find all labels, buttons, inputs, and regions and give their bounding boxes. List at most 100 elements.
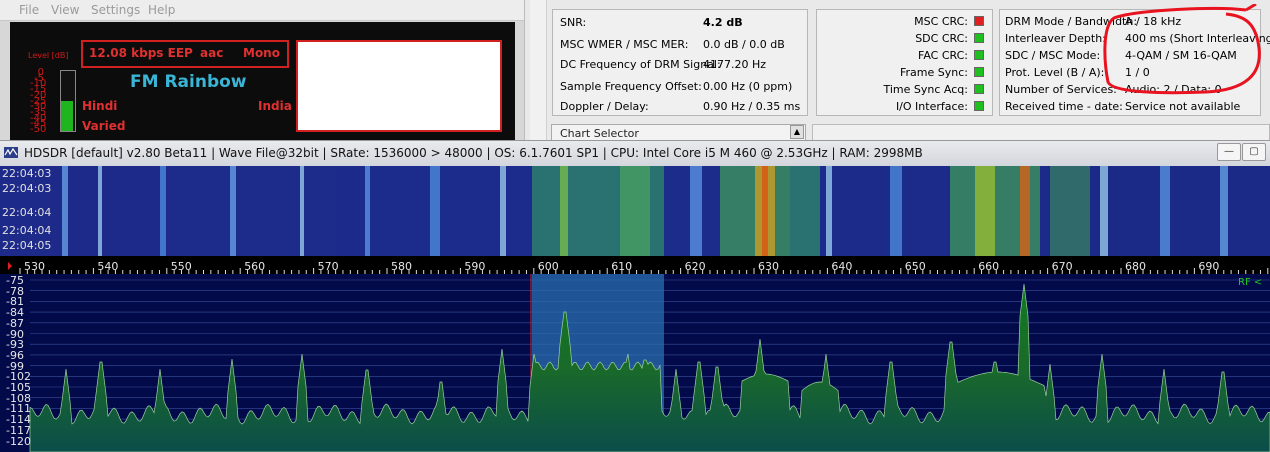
tune-marker-icon bbox=[8, 262, 12, 270]
frequency-label: 690 bbox=[1198, 260, 1220, 273]
station-name: FM Rainbow bbox=[130, 72, 247, 92]
drm-info-label: Received time - date: bbox=[1005, 100, 1123, 113]
frequency-label: 560 bbox=[244, 260, 266, 273]
service-country: India bbox=[258, 99, 292, 113]
maximize-icon[interactable]: ▢ bbox=[1242, 143, 1266, 161]
crc-label: MSC CRC: bbox=[914, 15, 968, 28]
waterfall-streak bbox=[500, 166, 506, 256]
waterfall-time: 22:04:04 bbox=[2, 224, 52, 237]
hdsdr-title: HDSDR [default] v2.80 Beta11 | Wave File… bbox=[24, 146, 923, 160]
crc-label: SDC CRC: bbox=[915, 32, 968, 45]
rf-indicator: RF < bbox=[1238, 277, 1263, 288]
menu-help[interactable]: Help bbox=[148, 3, 175, 17]
service-bitrate: 12.08 kbps EEP bbox=[89, 46, 193, 60]
frequency-label: 630 bbox=[758, 260, 779, 273]
frequency-label: 540 bbox=[97, 260, 119, 273]
waterfall-streak bbox=[1160, 166, 1170, 256]
waterfall-streak bbox=[300, 166, 304, 256]
frequency-label: 640 bbox=[831, 260, 853, 273]
frame-sync-led bbox=[974, 67, 984, 77]
service-codec: aac bbox=[200, 46, 224, 60]
waterfall-streak bbox=[62, 166, 68, 256]
waterfall-streak bbox=[620, 166, 650, 256]
stat-value: 0.0 dB / 0.0 dB bbox=[703, 38, 785, 51]
level-label: Level [dB] bbox=[28, 51, 69, 60]
waterfall-streak bbox=[560, 166, 568, 256]
stat-value: 4177.20 Hz bbox=[703, 58, 767, 71]
program-type: Varied bbox=[82, 119, 126, 133]
waterfall-streak bbox=[230, 166, 236, 256]
service-audio-mode: Mono bbox=[243, 46, 280, 60]
frequency-label: 570 bbox=[317, 260, 339, 273]
stat-value: 4.2 dB bbox=[703, 16, 743, 29]
frequency-label: 580 bbox=[391, 260, 412, 273]
waterfall-streak bbox=[762, 166, 768, 256]
waterfall-streak bbox=[98, 166, 102, 256]
crc-label: FAC CRC: bbox=[918, 49, 968, 62]
menu-bar: File View Settings Help bbox=[0, 0, 524, 21]
waterfall-streak bbox=[1100, 166, 1108, 256]
drm-info-label: SDC / MSC Mode: bbox=[1005, 49, 1101, 62]
waterfall-streak bbox=[160, 166, 166, 256]
stat-label: DC Frequency of DRM Signal: bbox=[560, 58, 721, 71]
frequency-label: 620 bbox=[684, 260, 706, 273]
waterfall-streak bbox=[826, 166, 832, 256]
vertical-scrollbar[interactable] bbox=[530, 0, 547, 140]
stat-label: MSC WMER / MSC MER: bbox=[560, 38, 689, 51]
sdc-crc-led bbox=[974, 33, 984, 43]
stat-value: 0.90 Hz / 0.35 ms bbox=[703, 100, 801, 113]
frequency-label: 650 bbox=[904, 260, 926, 273]
spectrum-display[interactable] bbox=[0, 274, 1270, 452]
frequency-label: 660 bbox=[978, 260, 1000, 273]
frequency-label: 530 bbox=[24, 260, 45, 273]
slideshow-image-box bbox=[296, 40, 502, 132]
menu-file[interactable]: File bbox=[19, 3, 39, 17]
waterfall-streak bbox=[690, 166, 702, 256]
waterfall-time: 22:04:03 bbox=[2, 167, 52, 180]
frequency-label: 680 bbox=[1125, 260, 1146, 273]
stat-label: Doppler / Delay: bbox=[560, 100, 649, 113]
chart-selector-label: Chart Selector bbox=[560, 127, 639, 140]
frequency-label: 610 bbox=[611, 260, 633, 273]
stat-label: SNR: bbox=[560, 16, 587, 29]
waterfall-streak bbox=[1020, 166, 1030, 256]
crc-status-panel: MSC CRC: SDC CRC: FAC CRC: Frame Sync: T… bbox=[816, 9, 993, 116]
menu-view[interactable]: View bbox=[51, 3, 79, 17]
crc-label: Frame Sync: bbox=[900, 66, 968, 79]
menu-settings[interactable]: Settings bbox=[91, 3, 140, 17]
drm-info-label: Interleaver Depth: bbox=[1005, 32, 1106, 45]
msc-crc-led bbox=[974, 16, 984, 26]
waterfall-streak bbox=[890, 166, 902, 256]
waterfall-streak bbox=[1220, 166, 1228, 256]
level-meter-fill bbox=[61, 101, 73, 131]
db-label: -120 bbox=[6, 434, 31, 448]
waterfall-time: 22:04:03 bbox=[2, 182, 52, 195]
frequency-label: 670 bbox=[1051, 260, 1073, 273]
chevron-up-icon[interactable]: ▲ bbox=[790, 125, 804, 139]
waterfall-streak bbox=[1050, 166, 1090, 256]
waterfall-time: 22:04:05 bbox=[2, 239, 52, 252]
waterfall-streak bbox=[430, 166, 440, 256]
io-interface-led bbox=[974, 101, 984, 111]
waterfall-display[interactable] bbox=[0, 166, 1270, 256]
time-sync-led bbox=[974, 84, 984, 94]
crc-label: Time Sync Acq: bbox=[883, 83, 969, 96]
waterfall-streak bbox=[975, 166, 995, 256]
service-info-box: 12.08 kbps EEP aac Mono bbox=[81, 40, 289, 68]
frequency-label: 590 bbox=[464, 260, 486, 273]
waterfall-time: 22:04:04 bbox=[2, 206, 52, 219]
frequency-label: 600 bbox=[537, 260, 559, 273]
fac-crc-led bbox=[974, 50, 984, 60]
stat-value: 0.00 Hz (0 ppm) bbox=[703, 80, 793, 93]
level-tick: -50 bbox=[30, 124, 47, 135]
hdsdr-app-icon bbox=[4, 147, 18, 158]
crc-label: I/O Interface: bbox=[895, 100, 968, 113]
waterfall-streak bbox=[365, 166, 370, 256]
drm-info-value: Service not available bbox=[1125, 100, 1241, 113]
minimize-icon[interactable]: — bbox=[1217, 143, 1241, 161]
frequency-label: 550 bbox=[170, 260, 192, 273]
service-language: Hindi bbox=[82, 99, 118, 113]
drm-info-label: Prot. Level (B / A): bbox=[1005, 66, 1105, 79]
stat-label: Sample Frequency Offset: bbox=[560, 80, 702, 93]
signal-stats-panel: SNR: 4.2 dB MSC WMER / MSC MER: 0.0 dB /… bbox=[552, 9, 808, 116]
